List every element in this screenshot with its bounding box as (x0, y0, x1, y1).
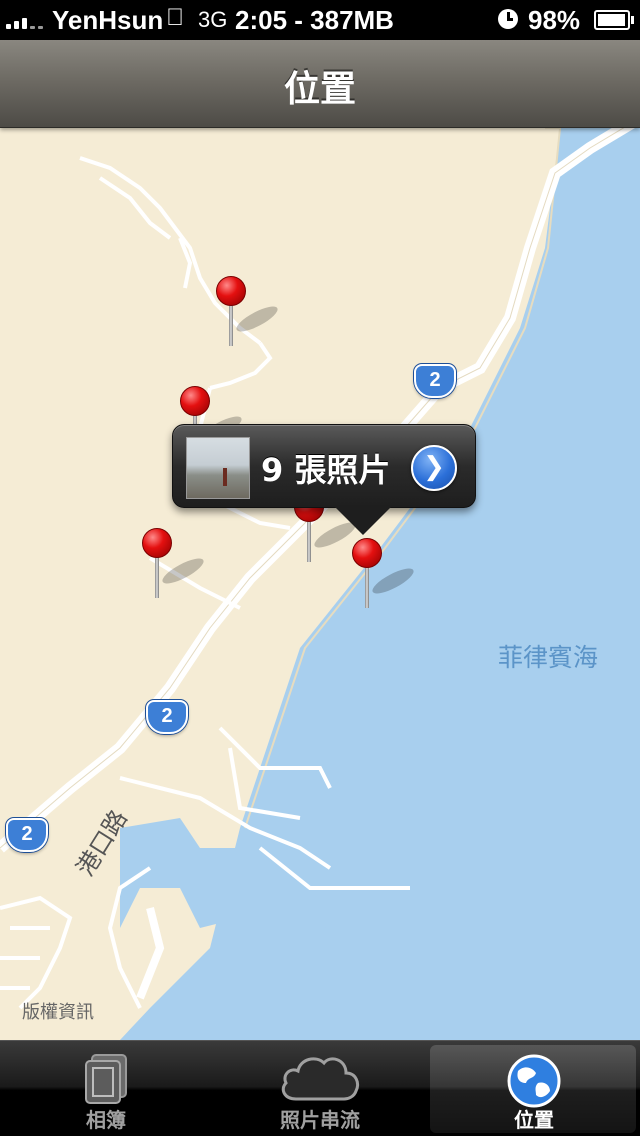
tab-albums[interactable]: 相簿 (0, 1041, 212, 1136)
carrier-name: YenHsun (52, 5, 164, 35)
tab-label: 位置 (514, 1108, 554, 1132)
photo-thumbnail (186, 437, 250, 499)
disclosure-arrow-button[interactable]: ❯ (411, 445, 457, 491)
album-icon (85, 1054, 127, 1104)
photo-location-pin[interactable] (352, 538, 417, 608)
signal-strength-icon (6, 13, 50, 29)
tab-label: 相簿 (86, 1108, 126, 1132)
map-canvas (0, 128, 640, 1040)
time-memory-readout: 2:05 - 387MB (235, 5, 394, 35)
tab-label: 照片串流 (280, 1108, 360, 1132)
page-title: 位置 (283, 69, 356, 110)
battery-level-fill (598, 14, 625, 26)
map-view[interactable]: 2 2 2 菲律賓海 港口路 版權資訊 9 張照片 ❯ (0, 128, 640, 1040)
tab-places[interactable]: 位置 (428, 1041, 640, 1136)
callout-pointer (335, 507, 391, 535)
tab-photo-stream[interactable]: 照片串流 (214, 1041, 426, 1136)
battery-icon (594, 10, 634, 30)
navigation-bar: 位置 (0, 40, 640, 128)
cloud-icon (281, 1057, 360, 1101)
alarm-clock-icon (498, 9, 518, 29)
copyright-link[interactable]: 版權資訊 (22, 998, 94, 1024)
apple-logo-icon:  (166, 4, 184, 32)
tab-bar: 相簿 照片串流 位置 (0, 1040, 640, 1136)
network-type: 3G (198, 7, 228, 32)
highway-shield-number: 2 (429, 369, 441, 391)
highway-shield-2: 2 (6, 818, 48, 852)
photo-location-pin[interactable] (216, 276, 281, 346)
highway-shield-number: 2 (21, 823, 33, 845)
highway-shield-2: 2 (414, 364, 456, 398)
status-bar: YenHsun  3G 2:05 - 387MB 98% (0, 0, 640, 40)
globe-icon (507, 1054, 561, 1108)
photo-count-label: 9 張照片 (261, 451, 391, 489)
highway-shield-number: 2 (161, 705, 173, 727)
photo-location-pin[interactable] (142, 528, 207, 598)
highway-shield-2: 2 (146, 700, 188, 734)
battery-percent: 98% (528, 5, 581, 35)
pin-callout[interactable]: 9 張照片 ❯ (172, 424, 476, 535)
sea-label: 菲律賓海 (498, 643, 599, 672)
